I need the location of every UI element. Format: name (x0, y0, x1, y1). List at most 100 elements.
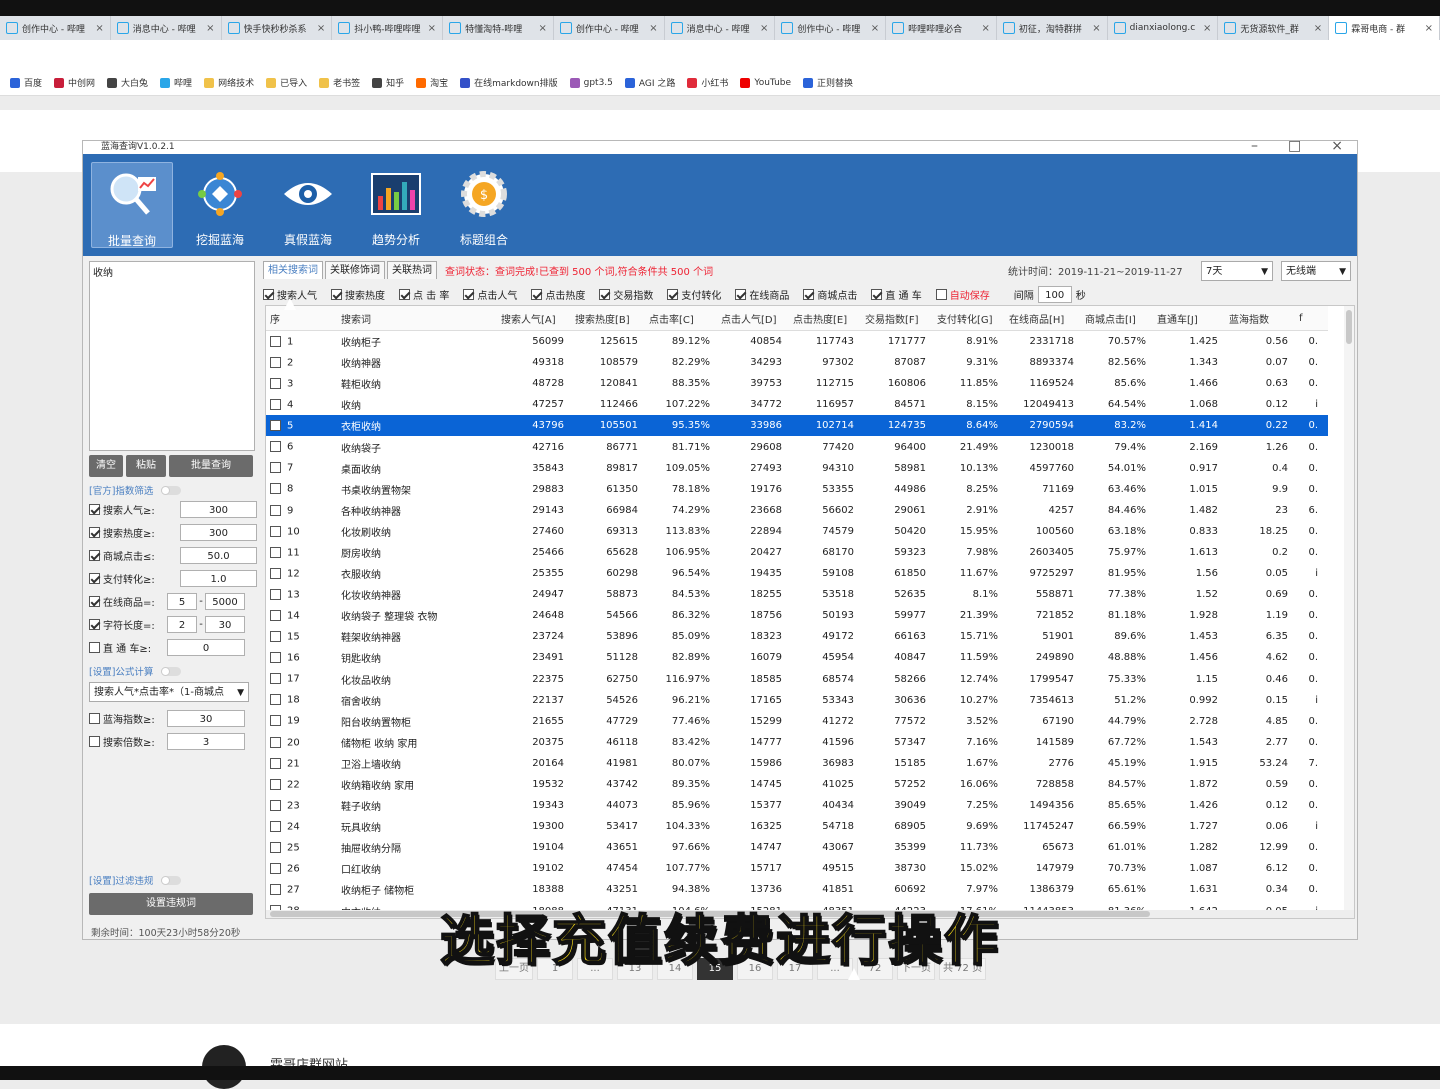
column-toggle-checkbox[interactable] (871, 288, 883, 300)
bookmark-item[interactable]: 已导入 (266, 76, 307, 89)
table-row[interactable]: 13 化妆收纳神器 24947 58873 84.53% 18255 53518 52635 8… (266, 584, 1328, 605)
bookmark-item[interactable]: 知乎 (372, 76, 404, 89)
row-checkbox[interactable] (270, 441, 281, 453)
filter-input[interactable]: 50.0 (179, 547, 257, 564)
tab-related-modifier[interactable]: 关联修饰词 (325, 261, 385, 279)
row-checkbox[interactable] (270, 694, 281, 706)
online-max-input[interactable]: 5000 (205, 593, 245, 610)
row-checkbox[interactable] (270, 673, 281, 685)
checkbox-online-goods[interactable] (89, 596, 100, 607)
browser-tab[interactable]: 创作中心 - 哔哩 × (775, 16, 887, 40)
row-checkbox[interactable] (270, 778, 281, 790)
row-checkbox[interactable] (270, 736, 281, 748)
bookmark-item[interactable]: 小红书 (687, 76, 728, 89)
terminal-select[interactable]: 无线端 ▼ (1281, 261, 1351, 281)
close-icon[interactable]: × (1203, 23, 1211, 34)
column-toggle-checkbox[interactable] (463, 288, 475, 300)
scroll-thumb[interactable] (1346, 310, 1352, 344)
filter-input[interactable]: 1.0 (179, 570, 257, 587)
table-row[interactable]: 10 化妆刷收纳 27460 69313 113.83% 22894 74579 50420 1… (266, 521, 1328, 542)
column-header[interactable]: 搜索人气[A] (500, 306, 574, 331)
ribbon-mine-bluesea[interactable]: 挖掘蓝海 (179, 162, 261, 248)
len-max-input[interactable]: 30 (205, 616, 245, 633)
checkbox-search-multiple[interactable] (89, 736, 100, 747)
table-row[interactable]: 8 书桌收纳置物架 29883 61350 78.18% 19176 53355 44986 8… (266, 479, 1328, 500)
row-checkbox[interactable] (270, 631, 281, 643)
row-checkbox[interactable] (270, 588, 281, 600)
close-icon[interactable]: × (1314, 23, 1322, 34)
table-row[interactable]: 6 收纳袋子 42716 86771 81.71% 29608 77420 96400 21.4… (266, 436, 1328, 457)
browser-tab[interactable]: dianxiaolong.c × (1108, 16, 1219, 40)
browser-tab[interactable]: 创作中心 - 哔哩 × (0, 16, 111, 40)
row-checkbox[interactable] (270, 610, 281, 622)
column-header[interactable]: 点击热度[E] (792, 306, 864, 331)
table-row[interactable]: 20 储物柜 收纳 家用 20375 46118 83.42% 14777 41596 573… (266, 732, 1328, 753)
browser-tab[interactable]: 消息中心 - 哔哩 × (665, 16, 776, 40)
row-checkbox[interactable] (270, 525, 281, 537)
column-toggle-checkbox[interactable] (599, 288, 611, 300)
bookmark-item[interactable]: 在线markdown排版 (460, 76, 558, 89)
row-checkbox[interactable] (270, 356, 281, 368)
table-row[interactable]: 17 化妆品收纳 22375 62750 116.97% 18585 68574 58266 1… (266, 669, 1328, 690)
close-icon[interactable]: × (428, 23, 436, 34)
filter-input[interactable]: 300 (179, 501, 257, 518)
table-row[interactable]: 19 阳台收纳置物柜 21655 47729 77.46% 15299 41272 77572… (266, 711, 1328, 732)
checkbox-bluesea-index[interactable] (89, 713, 100, 724)
column-header[interactable]: 点击人气[D] (720, 306, 792, 331)
row-checkbox[interactable] (270, 462, 281, 474)
batch-query-button[interactable]: 批量查询 (169, 455, 253, 477)
table-row[interactable]: 2 收纳神器 49318 108579 82.29% 34293 97302 87087 9.3… (266, 352, 1328, 373)
interval-input[interactable]: 100 (1037, 285, 1072, 303)
bookmark-item[interactable]: 百度 (10, 76, 42, 89)
vertical-scrollbar[interactable] (1344, 306, 1354, 918)
row-checkbox[interactable] (270, 504, 281, 516)
row-checkbox[interactable] (270, 399, 281, 411)
column-header[interactable]: f (1298, 306, 1328, 331)
close-icon[interactable]: × (538, 23, 546, 34)
close-icon[interactable]: × (649, 23, 657, 34)
row-checkbox[interactable] (270, 863, 281, 875)
column-toggle-checkbox[interactable] (531, 288, 543, 300)
column-header[interactable]: 支付转化[G] (936, 306, 1008, 331)
bluesea-index-input[interactable]: 30 (167, 710, 245, 727)
bookmark-item[interactable]: gpt3.5 (569, 77, 613, 88)
len-min-input[interactable]: 2 (167, 616, 197, 633)
column-header[interactable]: 商城点击[I] (1084, 306, 1156, 331)
column-header[interactable]: 搜索词 (340, 306, 500, 331)
browser-tab[interactable]: 霖哥电商 - 群 × (1329, 16, 1440, 40)
column-toggle-checkbox[interactable] (935, 288, 947, 300)
column-header[interactable]: 在线商品[H] (1008, 306, 1084, 331)
browser-tab[interactable]: 哔哩哔哩必合 × (886, 16, 997, 40)
column-toggle-checkbox[interactable] (667, 288, 679, 300)
filter-toggle[interactable] (161, 485, 182, 495)
table-row[interactable]: 23 鞋子收纳 19343 44073 85.96% 15377 40434 39049 7.2… (266, 795, 1328, 816)
close-icon[interactable]: × (982, 23, 990, 34)
filter-checkbox[interactable] (89, 550, 100, 561)
filter-checkbox[interactable] (89, 573, 100, 584)
table-row[interactable]: 24 玩具收纳 19300 53417 104.33% 16325 54718 68905 9.… (266, 816, 1328, 837)
browser-tab[interactable]: 创作中心 - 哔哩 × (554, 16, 665, 40)
browser-tab[interactable]: 初征，淘特群拼 × (997, 16, 1108, 40)
online-min-input[interactable]: 5 (167, 593, 197, 610)
keyword-textarea[interactable]: 收纳 (89, 261, 255, 451)
violate-toggle[interactable] (161, 875, 182, 885)
ribbon-trend-analysis[interactable]: 趋势分析 (355, 162, 437, 248)
row-checkbox[interactable] (270, 799, 281, 811)
close-icon[interactable]: × (317, 23, 325, 34)
row-checkbox[interactable] (270, 757, 281, 769)
search-multiple-input[interactable]: 3 (167, 733, 245, 750)
days-select[interactable]: 7天 ▼ (1201, 261, 1273, 281)
column-header[interactable]: 点击率[C] (648, 306, 720, 331)
column-toggle-checkbox[interactable] (399, 288, 410, 300)
column-toggle[interactable]: 交易指数 (599, 287, 653, 302)
browser-tab[interactable]: 消息中心 - 哔哩 × (111, 16, 222, 40)
browser-tab[interactable]: 特懂淘特-哔哩 × (443, 16, 554, 40)
row-checkbox[interactable] (270, 715, 281, 727)
table-row[interactable]: 3 鞋柜收纳 48728 120841 88.35% 39753 112715 160806 1… (266, 373, 1328, 394)
ribbon-batch-query[interactable]: 批量查询 (91, 162, 173, 248)
bookmark-item[interactable]: 网络技术 (204, 76, 254, 89)
close-icon[interactable]: × (206, 23, 214, 34)
through-train-input[interactable]: 0 (167, 639, 245, 656)
row-checkbox[interactable] (270, 884, 281, 896)
table-row[interactable]: 11 厨房收纳 25466 65628 106.95% 20427 68170 59323 7.… (266, 542, 1328, 563)
